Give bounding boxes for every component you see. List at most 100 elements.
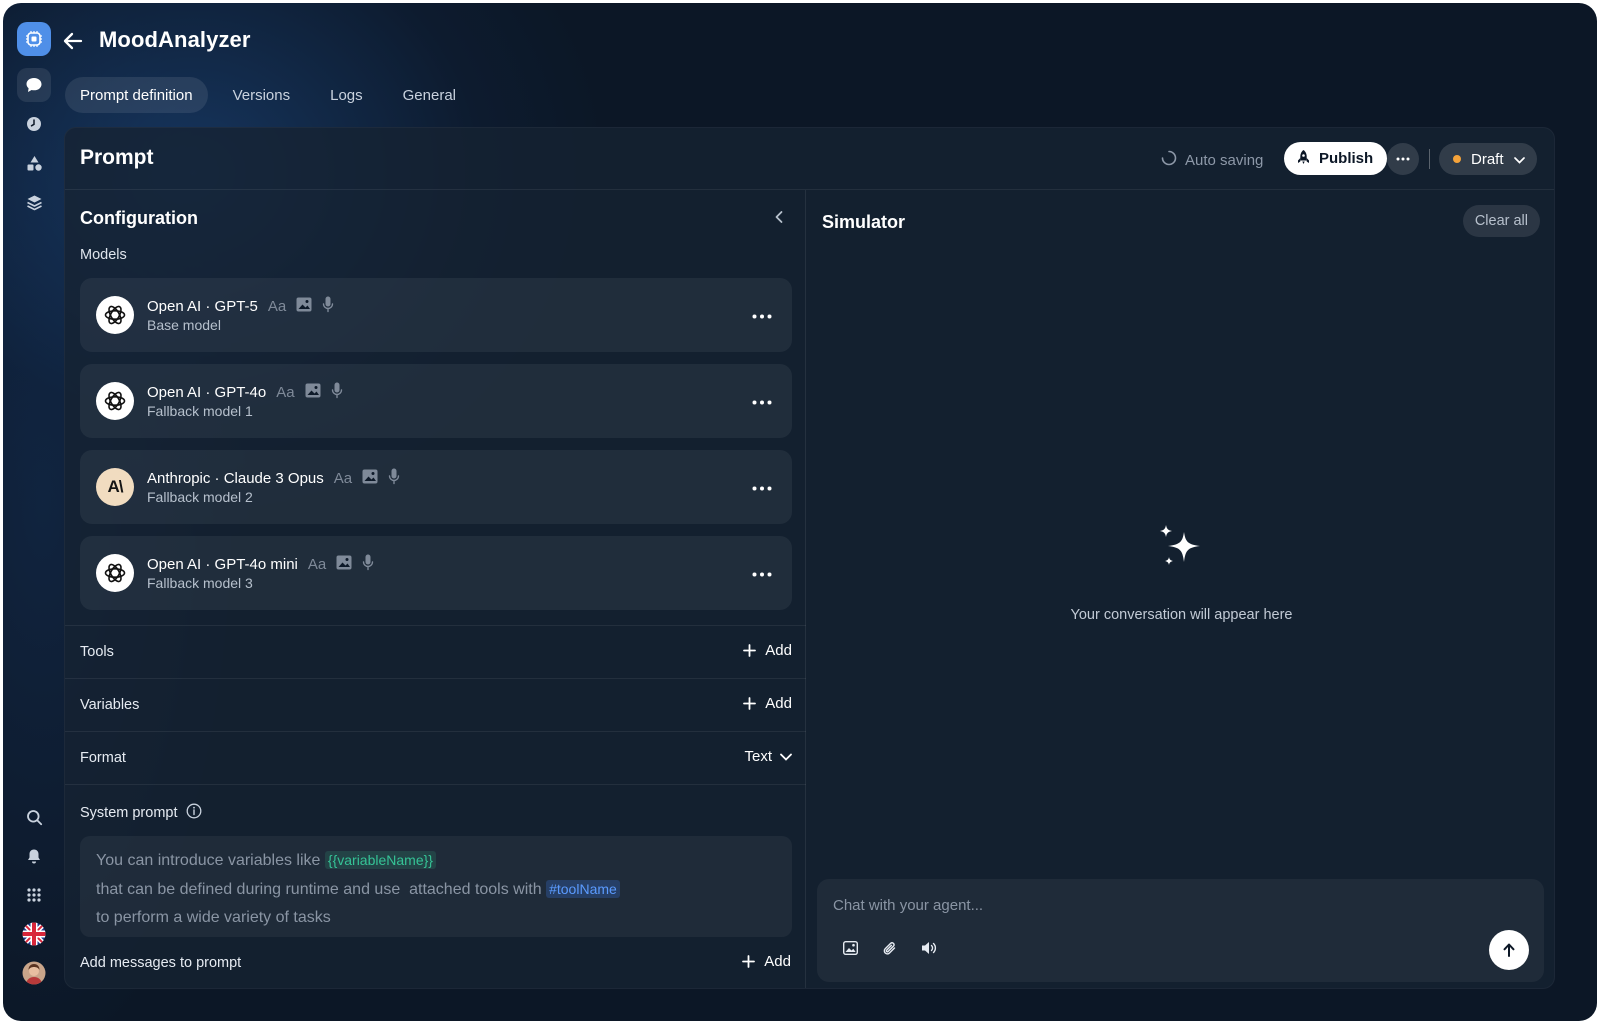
uk-flag-icon[interactable] <box>17 917 51 951</box>
prompt-line: You can introduce variables like {{varia… <box>96 846 776 875</box>
text-capability-icon: Aa <box>333 470 353 487</box>
prompt-panel: Prompt Auto saving Publish Draft Configu… <box>64 127 1555 989</box>
model-name: Open AI · GPT-4o <box>147 384 267 401</box>
history-clock-icon[interactable] <box>17 107 51 141</box>
header-divider <box>1429 149 1430 169</box>
model-role: Fallback model 2 <box>147 489 253 505</box>
model-role: Base model <box>147 317 221 333</box>
image-capability-icon <box>362 469 378 488</box>
plus-icon <box>743 644 757 657</box>
autosave-status: Auto saving <box>1161 150 1263 170</box>
search-icon[interactable] <box>17 800 51 834</box>
configuration-panel: Configuration Models Open AI · GPT-5 Aa … <box>65 190 806 988</box>
tab-logs[interactable]: Logs <box>315 77 378 113</box>
section-divider <box>65 784 806 785</box>
system-prompt-title: System prompt <box>80 805 178 821</box>
tab-bar: Prompt definition Versions Logs General <box>65 77 471 113</box>
prompt-header: Prompt Auto saving Publish Draft <box>65 128 1554 190</box>
openai-logo-icon <box>96 296 134 334</box>
model-card-gpt-4o[interactable]: Open AI · GPT-4o Aa Fallback model 1 <box>80 364 792 438</box>
add-label: Add <box>765 642 792 659</box>
status-dot <box>1453 155 1461 163</box>
image-upload-icon[interactable] <box>842 940 859 961</box>
microphone-capability-icon <box>362 554 374 575</box>
image-capability-icon <box>296 297 312 316</box>
prompt-line: to perform a wide variety of tasks <box>96 904 776 932</box>
microphone-capability-icon <box>331 382 343 403</box>
speaker-icon[interactable] <box>921 941 937 961</box>
system-prompt-input[interactable]: You can introduce variables like {{varia… <box>80 836 792 937</box>
page-title: Prompt <box>80 146 154 169</box>
model-menu-button[interactable] <box>752 392 772 410</box>
bell-icon[interactable] <box>17 839 51 873</box>
model-menu-button[interactable] <box>752 564 772 582</box>
model-name-row: Open AI · GPT-4o mini Aa <box>147 554 374 575</box>
chat-toolbar <box>842 940 937 961</box>
apps-grid-icon[interactable] <box>17 878 51 912</box>
add-message-button[interactable]: Add <box>742 953 791 970</box>
publish-label: Publish <box>1319 150 1374 167</box>
simulator-title: Simulator <box>822 212 906 232</box>
status-label: Draft <box>1471 150 1504 168</box>
ellipsis-icon <box>752 486 772 491</box>
clear-all-button[interactable]: Clear all <box>1462 205 1540 237</box>
model-card-gpt-5[interactable]: Open AI · GPT-5 Aa Base model <box>80 278 792 352</box>
model-name: Open AI · GPT-4o mini <box>147 556 298 573</box>
arrow-up-icon <box>1503 943 1515 957</box>
ellipsis-icon <box>752 572 772 577</box>
chat-input[interactable] <box>833 893 1433 917</box>
tab-prompt-definition[interactable]: Prompt definition <box>65 77 208 113</box>
app-title: MoodAnalyzer <box>99 27 251 52</box>
prompt-line: that can be defined during runtime and u… <box>96 875 776 904</box>
chevron-left-icon[interactable] <box>770 208 788 231</box>
variables-section: Variables Add <box>65 678 806 731</box>
model-role: Fallback model 3 <box>147 575 253 591</box>
configuration-title: Configuration <box>80 208 198 228</box>
openai-logo-icon <box>96 382 134 420</box>
app-logo-icon[interactable] <box>17 22 51 56</box>
model-name-row: Open AI · GPT-4o Aa <box>147 382 343 403</box>
add-messages-label: Add messages to prompt <box>80 955 242 971</box>
chat-composer <box>817 879 1544 982</box>
chat-bubble-icon[interactable] <box>17 68 51 102</box>
publish-button[interactable]: Publish <box>1284 142 1388 175</box>
format-value: Text <box>744 748 772 765</box>
left-rail <box>3 3 63 1021</box>
avatar[interactable] <box>17 956 51 990</box>
model-card-gpt-4o-mini[interactable]: Open AI · GPT-4o mini Aa Fallback model … <box>80 536 792 610</box>
model-name-row: Open AI · GPT-5 Aa <box>147 296 334 317</box>
image-capability-icon <box>305 383 321 402</box>
variable-chip: {{variableName}} <box>324 851 436 869</box>
model-name-row: Anthropic · Claude 3 Opus Aa <box>147 468 400 489</box>
prompt-text: to perform a wide variety of tasks <box>96 909 331 926</box>
format-section: Format Text <box>65 731 806 784</box>
add-tool-button[interactable]: Add <box>743 642 792 659</box>
plus-icon <box>743 697 757 710</box>
back-arrow-icon[interactable] <box>61 29 85 53</box>
tools-label: Tools <box>80 644 114 660</box>
tools-section: Tools Add <box>65 625 806 678</box>
more-options-button[interactable] <box>1387 143 1419 175</box>
image-capability-icon <box>336 555 352 574</box>
ellipsis-icon <box>752 314 772 319</box>
prompt-text: You can introduce variables like <box>96 852 321 869</box>
layers-icon[interactable] <box>17 185 51 219</box>
prompt-text: that can be defined during runtime and u… <box>96 881 401 898</box>
model-card-claude-3-opus[interactable]: A\ Anthropic · Claude 3 Opus Aa Fallback… <box>80 450 792 524</box>
simulator-panel: Simulator Clear all Your conversation wi… <box>807 190 1554 988</box>
add-label: Add <box>765 695 792 712</box>
tab-general[interactable]: General <box>388 77 471 113</box>
chevron-down-icon <box>780 753 792 761</box>
ellipsis-icon <box>1396 157 1410 161</box>
model-menu-button[interactable] <box>752 478 772 496</box>
status-dropdown[interactable]: Draft <box>1439 143 1537 175</box>
add-variable-button[interactable]: Add <box>743 695 792 712</box>
send-button[interactable] <box>1489 930 1529 970</box>
format-select[interactable]: Text <box>744 748 792 765</box>
paperclip-icon[interactable] <box>882 941 897 961</box>
tab-versions[interactable]: Versions <box>218 77 306 113</box>
model-menu-button[interactable] <box>752 306 772 324</box>
shapes-icon[interactable] <box>17 146 51 180</box>
text-capability-icon: Aa <box>267 298 287 315</box>
info-icon[interactable] <box>186 803 202 823</box>
